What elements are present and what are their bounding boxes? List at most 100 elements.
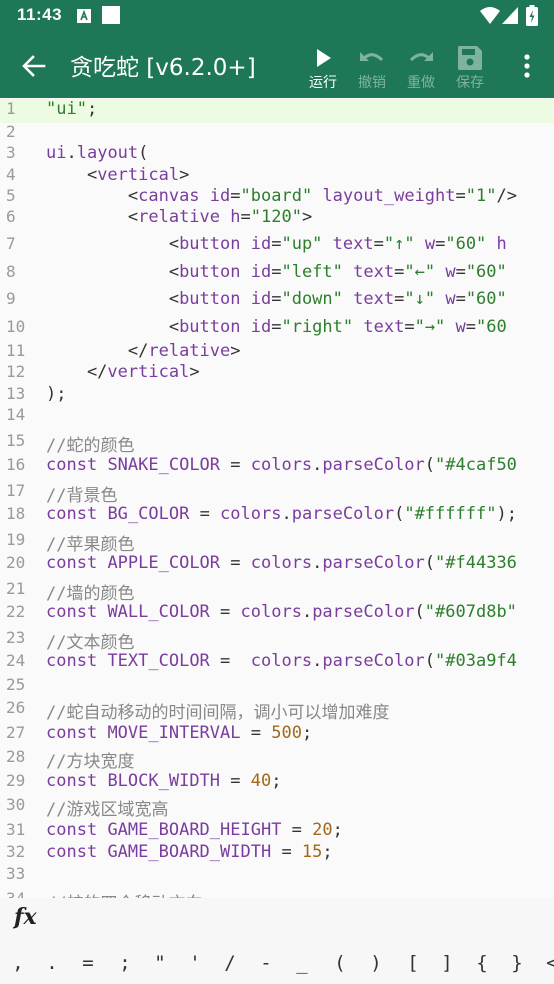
code-line[interactable]: 16 const SNAKE_COLOR = colors.parseColor(… bbox=[0, 455, 554, 477]
code-token: = bbox=[373, 234, 384, 254]
code-token: h bbox=[496, 234, 507, 254]
code-line[interactable]: 26 //蛇自动移动的时间间隔，调小可以增加难度 bbox=[0, 698, 554, 723]
save-icon bbox=[458, 46, 482, 70]
code-token: </ bbox=[46, 362, 108, 382]
code-token: > bbox=[189, 362, 200, 382]
code-token: = bbox=[240, 207, 251, 227]
code-token: button bbox=[179, 234, 241, 254]
symbol-key[interactable]: _ bbox=[292, 952, 312, 974]
code-line[interactable]: 5 <canvas id="board" layout_weight="1"/> bbox=[0, 186, 554, 208]
code-line[interactable]: 11 </relative> bbox=[0, 341, 554, 363]
code-line[interactable]: 8 <button id="left" text="←" w="60" bbox=[0, 262, 554, 284]
code-token: = bbox=[240, 723, 272, 743]
code-line[interactable]: 3 ui.layout( bbox=[0, 143, 554, 165]
symbol-key[interactable]: [ bbox=[403, 952, 423, 974]
code-token: = bbox=[209, 651, 251, 671]
code-line[interactable]: 19 //苹果颜色 bbox=[0, 530, 554, 555]
code-line[interactable]: 20 const APPLE_COLOR = colors.parseColor(… bbox=[0, 553, 554, 575]
code-token: . bbox=[281, 504, 292, 524]
code-line[interactable]: 6 <relative h="120"> bbox=[0, 207, 554, 229]
undo-button[interactable]: 撤销 bbox=[350, 40, 394, 96]
code-token: const bbox=[46, 820, 98, 840]
symbol-key[interactable]: < bbox=[542, 952, 554, 974]
code-line[interactable]: 31 const GAME_BOARD_HEIGHT = 20; bbox=[0, 820, 554, 842]
notification-a-icon bbox=[77, 8, 91, 27]
symbol-key[interactable]: } bbox=[507, 952, 527, 974]
code-line[interactable]: 23 //文本颜色 bbox=[0, 628, 554, 653]
code-line[interactable]: 29 const BLOCK_WIDTH = 40; bbox=[0, 771, 554, 793]
code-token: ( bbox=[414, 602, 425, 622]
code-line[interactable]: 12 </vertical> bbox=[0, 362, 554, 384]
code-line[interactable]: 30 //游戏区域宽高 bbox=[0, 795, 554, 820]
line-code: //文本颜色 bbox=[46, 628, 134, 653]
symbol-key[interactable]: , bbox=[8, 952, 28, 974]
code-token: ; bbox=[301, 723, 313, 743]
line-code: const APPLE_COLOR = colors.parseColor("#… bbox=[46, 553, 517, 573]
line-number: 22 bbox=[6, 602, 26, 621]
code-line[interactable]: 7 <button id="up" text="↑" w="60" h bbox=[0, 234, 554, 256]
run-button[interactable]: 运行 bbox=[301, 40, 345, 96]
line-number: 3 bbox=[6, 143, 16, 162]
symbol-key[interactable]: ( bbox=[330, 952, 350, 974]
symbol-key[interactable]: ) bbox=[366, 952, 386, 974]
code-editor[interactable]: 1 "ui"; 2 3 ui.layout(4 <vertical> 5 <canvas … bbox=[0, 98, 554, 898]
code-token: = bbox=[435, 234, 446, 254]
code-line[interactable]: 10 <button id="right" text="→" w="60 bbox=[0, 317, 554, 339]
code-line[interactable]: 9 <button id="down" text="↓" w="60" bbox=[0, 289, 554, 311]
symbol-key[interactable]: ; bbox=[115, 952, 135, 974]
code-line[interactable]: 34 //蛇的四个移动方向 bbox=[0, 889, 554, 898]
code-line[interactable]: 1 "ui"; bbox=[0, 99, 554, 123]
code-line[interactable]: 13); bbox=[0, 384, 554, 406]
code-line[interactable]: 25 bbox=[0, 675, 554, 697]
more-options-icon[interactable] bbox=[518, 52, 536, 80]
code-line[interactable]: 24 const TEXT_COLOR = colors.parseColor("… bbox=[0, 651, 554, 673]
code-line[interactable]: 28 //方块宽度 bbox=[0, 747, 554, 772]
redo-label: 重做 bbox=[407, 75, 435, 91]
code-line[interactable]: 15 //蛇的颜色 bbox=[0, 431, 554, 456]
back-arrow-icon[interactable] bbox=[20, 52, 48, 80]
code-token: . bbox=[301, 602, 313, 622]
symbol-key[interactable]: { bbox=[472, 952, 492, 974]
symbol-key[interactable]: - bbox=[256, 952, 276, 974]
code-line[interactable]: 2 bbox=[0, 122, 554, 144]
code-line[interactable]: 32 const GAME_BOARD_WIDTH = 15; bbox=[0, 842, 554, 864]
code-token: WALL_COLOR bbox=[107, 602, 210, 622]
fx-function-button[interactable]: fx bbox=[14, 904, 37, 930]
code-line[interactable]: 18 const BG_COLOR = colors.parseColor("#f… bbox=[0, 504, 554, 526]
symbol-key[interactable]: ' bbox=[185, 952, 205, 974]
code-token: "←" bbox=[404, 262, 436, 282]
code-line[interactable]: 4 <vertical> bbox=[0, 165, 554, 187]
code-line[interactable]: 14 bbox=[0, 405, 554, 427]
code-token: "ui" bbox=[46, 99, 87, 119]
code-token: id bbox=[209, 186, 231, 206]
symbol-key[interactable]: / bbox=[220, 952, 240, 974]
code-line[interactable]: 17 //背景色 bbox=[0, 481, 554, 506]
code-line[interactable]: 33 bbox=[0, 864, 554, 886]
line-number: 7 bbox=[6, 234, 16, 253]
code-token: "60 bbox=[476, 317, 507, 337]
code-token: "board" bbox=[240, 186, 313, 206]
symbol-key[interactable]: . bbox=[42, 952, 62, 974]
code-line[interactable]: 22 const WALL_COLOR = colors.parseColor("… bbox=[0, 602, 554, 624]
line-code: const GAME_BOARD_HEIGHT = 20; bbox=[46, 820, 343, 840]
symbol-key[interactable]: ] bbox=[437, 952, 457, 974]
symbol-key[interactable]: = bbox=[78, 952, 98, 974]
code-line[interactable]: 27 const MOVE_INTERVAL = 500; bbox=[0, 723, 554, 745]
save-button[interactable]: 保存 bbox=[448, 40, 492, 96]
status-bar: 11:43 bbox=[0, 0, 554, 32]
line-code: <relative h="120"> bbox=[46, 207, 312, 227]
code-token: "#607d8b" bbox=[424, 602, 517, 622]
code-token: //苹果颜色 bbox=[46, 535, 135, 555]
redo-button[interactable]: 重做 bbox=[399, 40, 443, 96]
line-code: //背景色 bbox=[46, 481, 117, 506]
code-line[interactable]: 21 //墙的颜色 bbox=[0, 579, 554, 604]
code-token: button bbox=[179, 262, 241, 282]
line-code: const SNAKE_COLOR = colors.parseColor("#… bbox=[46, 455, 517, 475]
symbol-key[interactable]: " bbox=[150, 952, 170, 974]
code-token: < bbox=[46, 317, 180, 337]
